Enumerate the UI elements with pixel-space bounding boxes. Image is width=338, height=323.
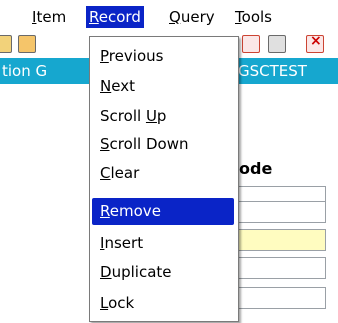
x-glyph: × [310, 33, 322, 49]
menu-query[interactable]: Query [166, 6, 218, 28]
toolbar-button-icon[interactable] [242, 35, 260, 53]
menu-option-next[interactable]: Next [92, 73, 234, 100]
record-menu-dropdown: Previous Next Scroll Up Scroll Down Clea… [89, 36, 239, 322]
menu-option-duplicate[interactable]: Duplicate [92, 259, 234, 286]
menu-option-remove[interactable]: Remove [92, 198, 234, 225]
column-header: ode [239, 159, 273, 178]
menu-item[interactable]: Item [29, 6, 69, 28]
code-field[interactable] [234, 287, 326, 309]
delete-icon[interactable]: × [306, 33, 324, 53]
code-field-current[interactable] [234, 229, 326, 251]
menu-option-previous[interactable]: Previous [92, 43, 234, 70]
menu-option-lock[interactable]: Lock [92, 290, 234, 317]
code-field[interactable] [234, 201, 326, 223]
menu-record[interactable]: Record [86, 6, 144, 28]
menu-option-scroll-up[interactable]: Scroll Up [92, 103, 234, 130]
menu-option-clear[interactable]: Clear [92, 160, 234, 187]
toolbar-button-icon[interactable] [18, 35, 36, 53]
menu-tools[interactable]: Tools [232, 6, 275, 28]
database-label: GSCTEST [238, 62, 307, 80]
form-title-fragment: tion G [2, 62, 48, 80]
database-icon[interactable] [268, 35, 286, 53]
menu-option-scroll-down[interactable]: Scroll Down [92, 131, 234, 158]
code-field[interactable] [234, 257, 326, 279]
toolbar-button-icon[interactable] [0, 35, 12, 53]
menu-bar: Item Record Query Tools [0, 0, 338, 30]
menu-option-insert[interactable]: Insert [92, 230, 234, 257]
